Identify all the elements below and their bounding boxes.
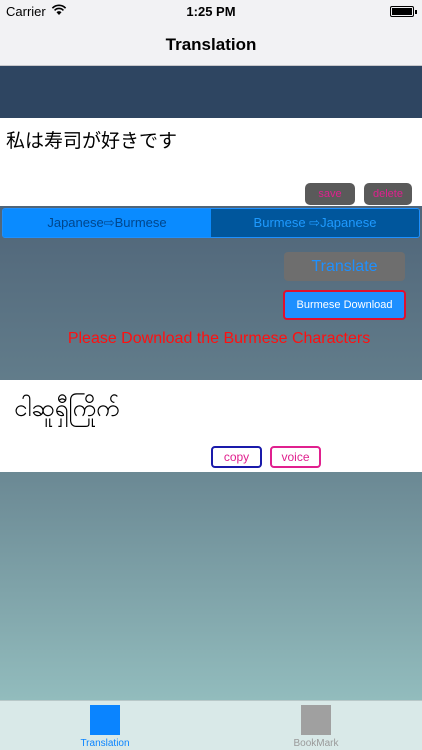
translate-button[interactable]: Translate	[284, 252, 405, 281]
download-warning: Please Download the Burmese Characters	[67, 330, 371, 347]
tab-bookmark[interactable]: BookMark	[261, 701, 371, 750]
status-bar: Carrier 1:25 PM	[0, 0, 422, 24]
source-text: 私は寿司が好きです	[6, 130, 178, 152]
navigation-bar: Translation	[0, 24, 422, 66]
tab-bar: Translation BookMark	[0, 700, 422, 750]
tab-translation-label: Translation	[80, 738, 130, 749]
copy-button[interactable]: copy	[211, 446, 262, 468]
clock: 1:25 PM	[186, 4, 236, 19]
segment-japanese-to-burmese[interactable]: Japanese⇨Burmese	[3, 209, 211, 237]
save-button[interactable]: save	[305, 183, 355, 205]
page-title: Translation	[165, 35, 257, 54]
translation-square-icon	[90, 705, 120, 735]
header-band	[0, 66, 422, 118]
battery-icon	[390, 6, 417, 17]
delete-button[interactable]: delete	[364, 183, 412, 205]
source-text-area[interactable]: 私は寿司が好きです	[0, 118, 422, 206]
tab-translation[interactable]: Translation	[50, 701, 160, 750]
segment-burmese-to-japanese[interactable]: Burmese ⇨Japanese	[211, 209, 419, 237]
translated-text: ငါဆူရှီကြိုက်	[14, 394, 120, 422]
burmese-download-button[interactable]: Burmese Download	[283, 290, 406, 320]
direction-segmented-control: Japanese⇨Burmese Burmese ⇨Japanese	[2, 208, 420, 238]
tab-bookmark-label: BookMark	[293, 738, 339, 749]
voice-button[interactable]: voice	[270, 446, 321, 468]
bookmark-square-icon	[301, 705, 331, 735]
